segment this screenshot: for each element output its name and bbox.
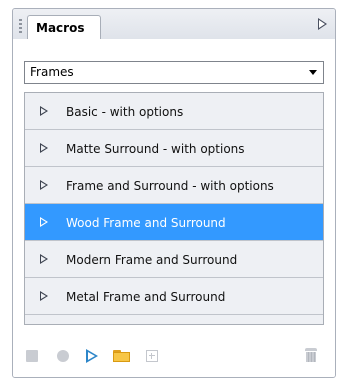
new-macro-icon[interactable] <box>146 350 158 362</box>
macro-set-select-value: Frames <box>30 65 74 79</box>
macro-item-wood-frame[interactable]: Wood Frame and Surround <box>25 204 323 241</box>
play-icon[interactable] <box>40 143 48 153</box>
play-icon[interactable] <box>40 217 48 227</box>
macro-item-label: Modern Frame and Surround <box>66 253 238 267</box>
panel-menu-icon[interactable] <box>318 18 327 30</box>
trash-icon[interactable] <box>305 348 317 362</box>
macro-list: Basic - with options Matte Surround - wi… <box>24 92 324 325</box>
macro-set-select[interactable]: Frames <box>24 61 324 84</box>
macro-item-metal-frame[interactable]: Metal Frame and Surround <box>25 278 323 315</box>
panel-grip-handle[interactable] <box>19 19 22 33</box>
macro-item-label: Wood Frame and Surround <box>66 216 226 230</box>
panel-tab-bar: Macros <box>13 9 335 40</box>
play-icon[interactable] <box>86 349 98 363</box>
macro-item-label: Metal Frame and Surround <box>66 290 226 304</box>
macro-item-label: Matte Surround - with options <box>66 142 245 156</box>
play-icon[interactable] <box>40 291 48 301</box>
tab-macros[interactable]: Macros <box>27 15 101 40</box>
panel-body: Frames Basic - with options Matte Surrou… <box>13 39 335 377</box>
macro-item-matte-surround[interactable]: Matte Surround - with options <box>25 130 323 167</box>
macro-item-label: Basic - with options <box>66 105 184 119</box>
folder-icon[interactable] <box>113 350 130 362</box>
macro-toolbar <box>13 335 335 375</box>
folder-body-shape <box>113 352 130 362</box>
trash-can-shape <box>306 352 316 362</box>
macro-item-modern-frame[interactable]: Modern Frame and Surround <box>25 241 323 278</box>
stop-icon[interactable] <box>26 350 38 362</box>
record-icon[interactable] <box>57 350 69 362</box>
play-icon[interactable] <box>40 254 48 264</box>
macro-item-frame-and-surround[interactable]: Frame and Surround - with options <box>25 167 323 204</box>
macro-item-label: Frame and Surround - with options <box>66 179 274 193</box>
trash-lid-shape <box>305 348 317 351</box>
play-icon[interactable] <box>40 180 48 190</box>
play-icon[interactable] <box>40 106 48 116</box>
macros-panel: Macros Frames Basic - with options Matte… <box>12 8 336 378</box>
chevron-down-icon <box>309 70 317 75</box>
macro-item-basic[interactable]: Basic - with options <box>25 93 323 130</box>
